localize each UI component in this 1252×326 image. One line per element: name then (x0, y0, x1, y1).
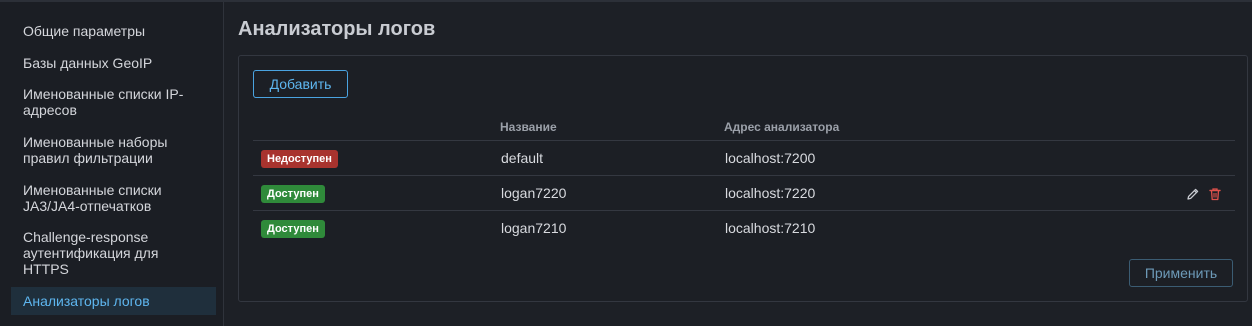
pencil-icon[interactable] (1185, 186, 1201, 202)
sidebar-item-ip-lists[interactable]: Именованные списки IP-адресов (11, 86, 216, 118)
trash-icon[interactable] (1207, 186, 1223, 202)
status-badge-available: Доступен (261, 220, 325, 238)
apply-button[interactable]: Применить (1129, 259, 1233, 287)
analyzer-address: localhost:7210 (725, 220, 816, 236)
column-header-name: Название (500, 120, 557, 134)
sidebar-item-log-analyzers[interactable]: Анализаторы логов (11, 287, 216, 315)
sidebar-item-general[interactable]: Общие параметры (11, 23, 216, 39)
table-row: Доступен logan7210 localhost:7210 (253, 211, 1235, 246)
analyzer-name: logan7210 (501, 220, 567, 236)
sidebar-item-geoip[interactable]: Базы данных GeoIP (11, 55, 216, 71)
analyzer-name: logan7220 (501, 185, 567, 201)
add-button[interactable]: Добавить (253, 70, 348, 98)
sidebar-item-filter-rules[interactable]: Именованные наборы правил фильтрации (11, 134, 216, 166)
page-title: Анализаторы логов (238, 18, 436, 40)
analyzer-address: localhost:7220 (725, 185, 816, 201)
analyzer-address: localhost:7200 (725, 150, 816, 166)
settings-sidebar: Общие параметры Базы данных GeoIP Именов… (0, 2, 224, 326)
table-row: Доступен logan7220 localhost:7220 (253, 176, 1235, 211)
analyzer-name: default (501, 150, 544, 166)
table-row: Недоступен default localhost:7200 (253, 141, 1235, 176)
log-analyzers-panel: Добавить Название Адрес анализатора Недо… (238, 55, 1248, 302)
sidebar-item-ja3-lists[interactable]: Именованные списки JA3/JA4-отпечатков (11, 182, 216, 214)
sidebar-item-challenge-response[interactable]: Challenge-response аутентификация для HT… (11, 229, 216, 277)
status-badge-unavailable: Недоступен (261, 150, 338, 168)
column-header-address: Адрес анализатора (724, 120, 840, 134)
status-badge-available: Доступен (261, 185, 325, 203)
